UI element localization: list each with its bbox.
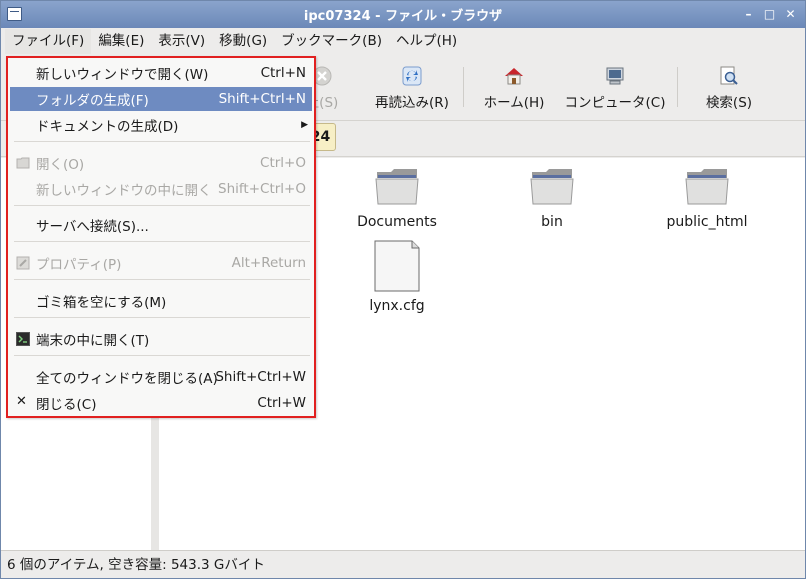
file-item-bin[interactable]: bin	[492, 166, 612, 230]
folder-icon	[530, 169, 574, 205]
menu-separator	[14, 355, 310, 356]
open-folder-icon	[16, 157, 30, 169]
menu-edit[interactable]: 編集(E)	[91, 29, 151, 54]
submenu-arrow-icon: ▶	[301, 120, 308, 130]
window-title: ipc07324 - ファイル・ブラウザ	[303, 9, 503, 24]
search-button[interactable]: 検索(S)	[695, 63, 763, 113]
file-browser-window: ipc07324 - ファイル・ブラウザ – □ ✕ ファイル(F) 編集(E)…	[0, 0, 806, 579]
file-name: bin	[541, 214, 563, 230]
menu-bar: ファイル(F) 編集(E) 表示(V) 移動(G) ブックマーク(B) ヘルプ(…	[1, 28, 805, 55]
toolbar-separator	[463, 67, 464, 107]
file-name: public_html	[666, 214, 748, 230]
menu-item-empty-trash[interactable]: ゴミ箱を空にする(M)	[10, 289, 312, 313]
close-icon: ✕	[16, 394, 27, 409]
computer-button[interactable]: コンピュータ(C)	[563, 63, 667, 113]
file-name: lynx.cfg	[369, 298, 425, 314]
maximize-button[interactable]: □	[761, 6, 778, 22]
menu-item-open-terminal[interactable]: 端末の中に開く(T)	[10, 327, 312, 351]
menu-item-close-all-windows[interactable]: 全てのウィンドウを閉じる(A) Shift+Ctrl+W	[10, 365, 312, 389]
menu-go[interactable]: 移動(G)	[212, 29, 274, 54]
toolbar-separator	[677, 67, 678, 107]
folder-icon	[375, 169, 419, 205]
search-label: 検索(S)	[705, 95, 753, 111]
menu-view[interactable]: 表示(V)	[151, 29, 212, 54]
menu-help[interactable]: ヘルプ(H)	[389, 29, 464, 54]
text-file-icon	[374, 240, 420, 292]
menu-separator	[14, 141, 310, 142]
file-item-documents[interactable]: Documents	[337, 166, 457, 230]
window-icon[interactable]	[7, 7, 22, 21]
menu-item-connect-server[interactable]: サーバへ接続(S)...	[10, 213, 312, 237]
menu-item-open[interactable]: 開く(O) Ctrl+O	[10, 151, 312, 175]
minimize-button[interactable]: –	[740, 6, 757, 22]
menu-bookmarks[interactable]: ブックマーク(B)	[274, 29, 389, 54]
home-button[interactable]: ホーム(H)	[479, 63, 549, 113]
terminal-icon	[16, 332, 30, 346]
status-bar: 6 個のアイテム, 空き容量: 543.3 Gバイト	[1, 550, 805, 578]
file-name: Documents	[357, 214, 437, 230]
menu-file[interactable]: ファイル(F)	[5, 29, 92, 54]
menu-separator	[14, 205, 310, 206]
menu-item-close[interactable]: ✕ 閉じる(C) Ctrl+W	[10, 391, 312, 415]
menu-item-properties[interactable]: プロパティ(P) Alt+Return	[10, 251, 312, 275]
folder-icon	[685, 169, 729, 205]
menu-separator	[14, 241, 310, 242]
reload-label: 再読込み(R)	[375, 95, 449, 111]
properties-icon	[16, 256, 30, 270]
menu-item-open-new-window[interactable]: 新しいウィンドウで開く(W) Ctrl+N	[10, 61, 312, 85]
menu-separator	[14, 317, 310, 318]
search-icon	[720, 66, 738, 85]
title-bar[interactable]: ipc07324 - ファイル・ブラウザ – □ ✕	[1, 1, 805, 28]
file-item-public-html[interactable]: public_html	[647, 166, 767, 230]
home-icon	[505, 68, 523, 85]
close-window-button[interactable]: ✕	[782, 6, 799, 22]
menu-separator	[14, 279, 310, 280]
home-label: ホーム(H)	[483, 95, 545, 111]
menu-item-create-document[interactable]: ドキュメントの生成(D) ▶	[10, 113, 312, 137]
file-item-lynx-cfg[interactable]: lynx.cfg	[337, 240, 457, 314]
menu-item-open-in-new-window[interactable]: 新しいウィンドウの中に開く Shift+Ctrl+O	[10, 177, 312, 201]
menu-item-create-folder[interactable]: フォルダの生成(F) Shift+Ctrl+N	[10, 87, 312, 111]
file-menu-dropdown: 新しいウィンドウで開く(W) Ctrl+N フォルダの生成(F) Shift+C…	[6, 56, 316, 418]
reload-icon	[402, 66, 422, 86]
computer-icon	[606, 67, 624, 85]
computer-label: コンピュータ(C)	[564, 95, 666, 111]
reload-button[interactable]: 再読込み(R)	[369, 63, 455, 113]
